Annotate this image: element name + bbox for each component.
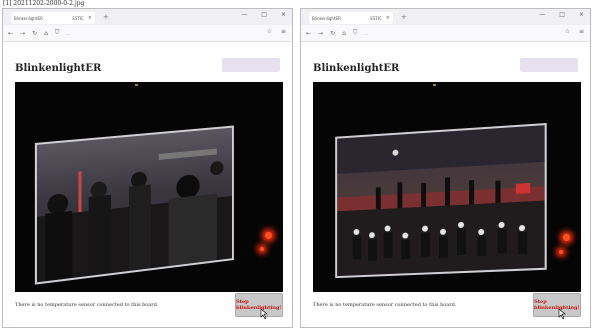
new-tab-icon[interactable]: + — [401, 13, 407, 21]
tab-title: BlinkenlightER — [312, 15, 341, 21]
blinken-light-secondary — [559, 250, 563, 254]
browser-tab[interactable]: BlinkenlightER ESTIC × — [11, 12, 95, 24]
menu-icon[interactable]: ≡ — [281, 28, 286, 35]
blinken-light — [563, 234, 570, 241]
tab-extra: ESTIC — [370, 15, 382, 21]
footnote: ... — [305, 322, 308, 326]
header-badge — [520, 58, 578, 72]
stop-blinkenlighting-button[interactable]: Stop blinkenlighting! — [235, 293, 283, 317]
mouse-cursor-icon — [558, 309, 566, 319]
stage-scene — [337, 125, 545, 277]
footnote: ... — [7, 322, 10, 326]
forward-icon[interactable]: → — [318, 30, 323, 37]
shield-icon[interactable]: ⛉ — [55, 29, 60, 37]
mouse-cursor-icon — [260, 309, 268, 319]
close-window-icon[interactable]: × — [281, 11, 286, 18]
title-bar: BlinkenlightER ESTIC × + — □ × — [301, 9, 590, 25]
browser-tab[interactable]: BlinkenlightER ESTIC × — [309, 12, 393, 24]
light-marker — [135, 84, 138, 86]
tab-title: BlinkenlightER — [14, 15, 43, 21]
nav-bar: ← → ↻ ⌂ ⛉ ... ☆ ≡ — [3, 25, 292, 42]
page-title: BlinkenlightER — [15, 63, 102, 74]
title-bar: BlinkenlightER ESTIC × + — □ × — [3, 9, 292, 25]
url-bar[interactable]: ... — [364, 31, 474, 36]
browser-window-left: BlinkenlightER ESTIC × + — □ × ← → ↻ ⌂ ⛉… — [2, 8, 293, 328]
shield-icon[interactable]: ⛉ — [353, 29, 358, 37]
home-icon[interactable]: ⌂ — [44, 30, 48, 37]
maximize-icon[interactable]: □ — [261, 11, 267, 18]
minimize-icon[interactable]: — — [539, 11, 545, 18]
camera-feed — [15, 82, 283, 292]
nav-bar: ← → ↻ ⌂ ⛉ ... ☆ ≡ — [301, 25, 590, 42]
tab-extra: ESTIC — [72, 15, 84, 21]
blinken-light — [265, 232, 272, 239]
reload-icon[interactable]: ↻ — [330, 30, 335, 37]
bookmark-star-icon[interactable]: ☆ — [267, 28, 272, 35]
projected-screen — [34, 125, 234, 285]
browser-window-right: BlinkenlightER ESTIC × + — □ × ← → ↻ ⌂ ⛉… — [300, 8, 591, 328]
page-title: BlinkenlightER — [313, 63, 400, 74]
crowd-scene — [36, 148, 233, 283]
stop-blinkenlighting-button[interactable]: Stop blinkenlighting! — [533, 293, 581, 317]
temperature-status: There is no temperature sensor connected… — [313, 302, 457, 308]
image-caption: [1] 20211202-2000-0-2.jpg — [3, 0, 85, 7]
header-badge — [222, 58, 280, 72]
maximize-icon[interactable]: □ — [559, 11, 565, 18]
close-window-icon[interactable]: × — [579, 11, 584, 18]
blinken-light-secondary — [260, 247, 264, 251]
minimize-icon[interactable]: — — [241, 11, 247, 18]
tab-close-icon[interactable]: × — [386, 15, 390, 21]
url-bar[interactable]: ... — [66, 31, 176, 36]
back-icon[interactable]: ← — [8, 30, 13, 37]
bookmark-star-icon[interactable]: ☆ — [565, 28, 570, 35]
back-icon[interactable]: ← — [306, 30, 311, 37]
forward-icon[interactable]: → — [20, 30, 25, 37]
tab-close-icon[interactable]: × — [88, 15, 92, 21]
projected-screen — [335, 122, 547, 279]
temperature-status: There is no temperature sensor connected… — [15, 302, 159, 308]
light-marker — [433, 84, 436, 86]
camera-feed — [313, 82, 581, 292]
reload-icon[interactable]: ↻ — [32, 30, 37, 37]
menu-icon[interactable]: ≡ — [579, 28, 584, 35]
home-icon[interactable]: ⌂ — [342, 30, 346, 37]
new-tab-icon[interactable]: + — [103, 13, 109, 21]
